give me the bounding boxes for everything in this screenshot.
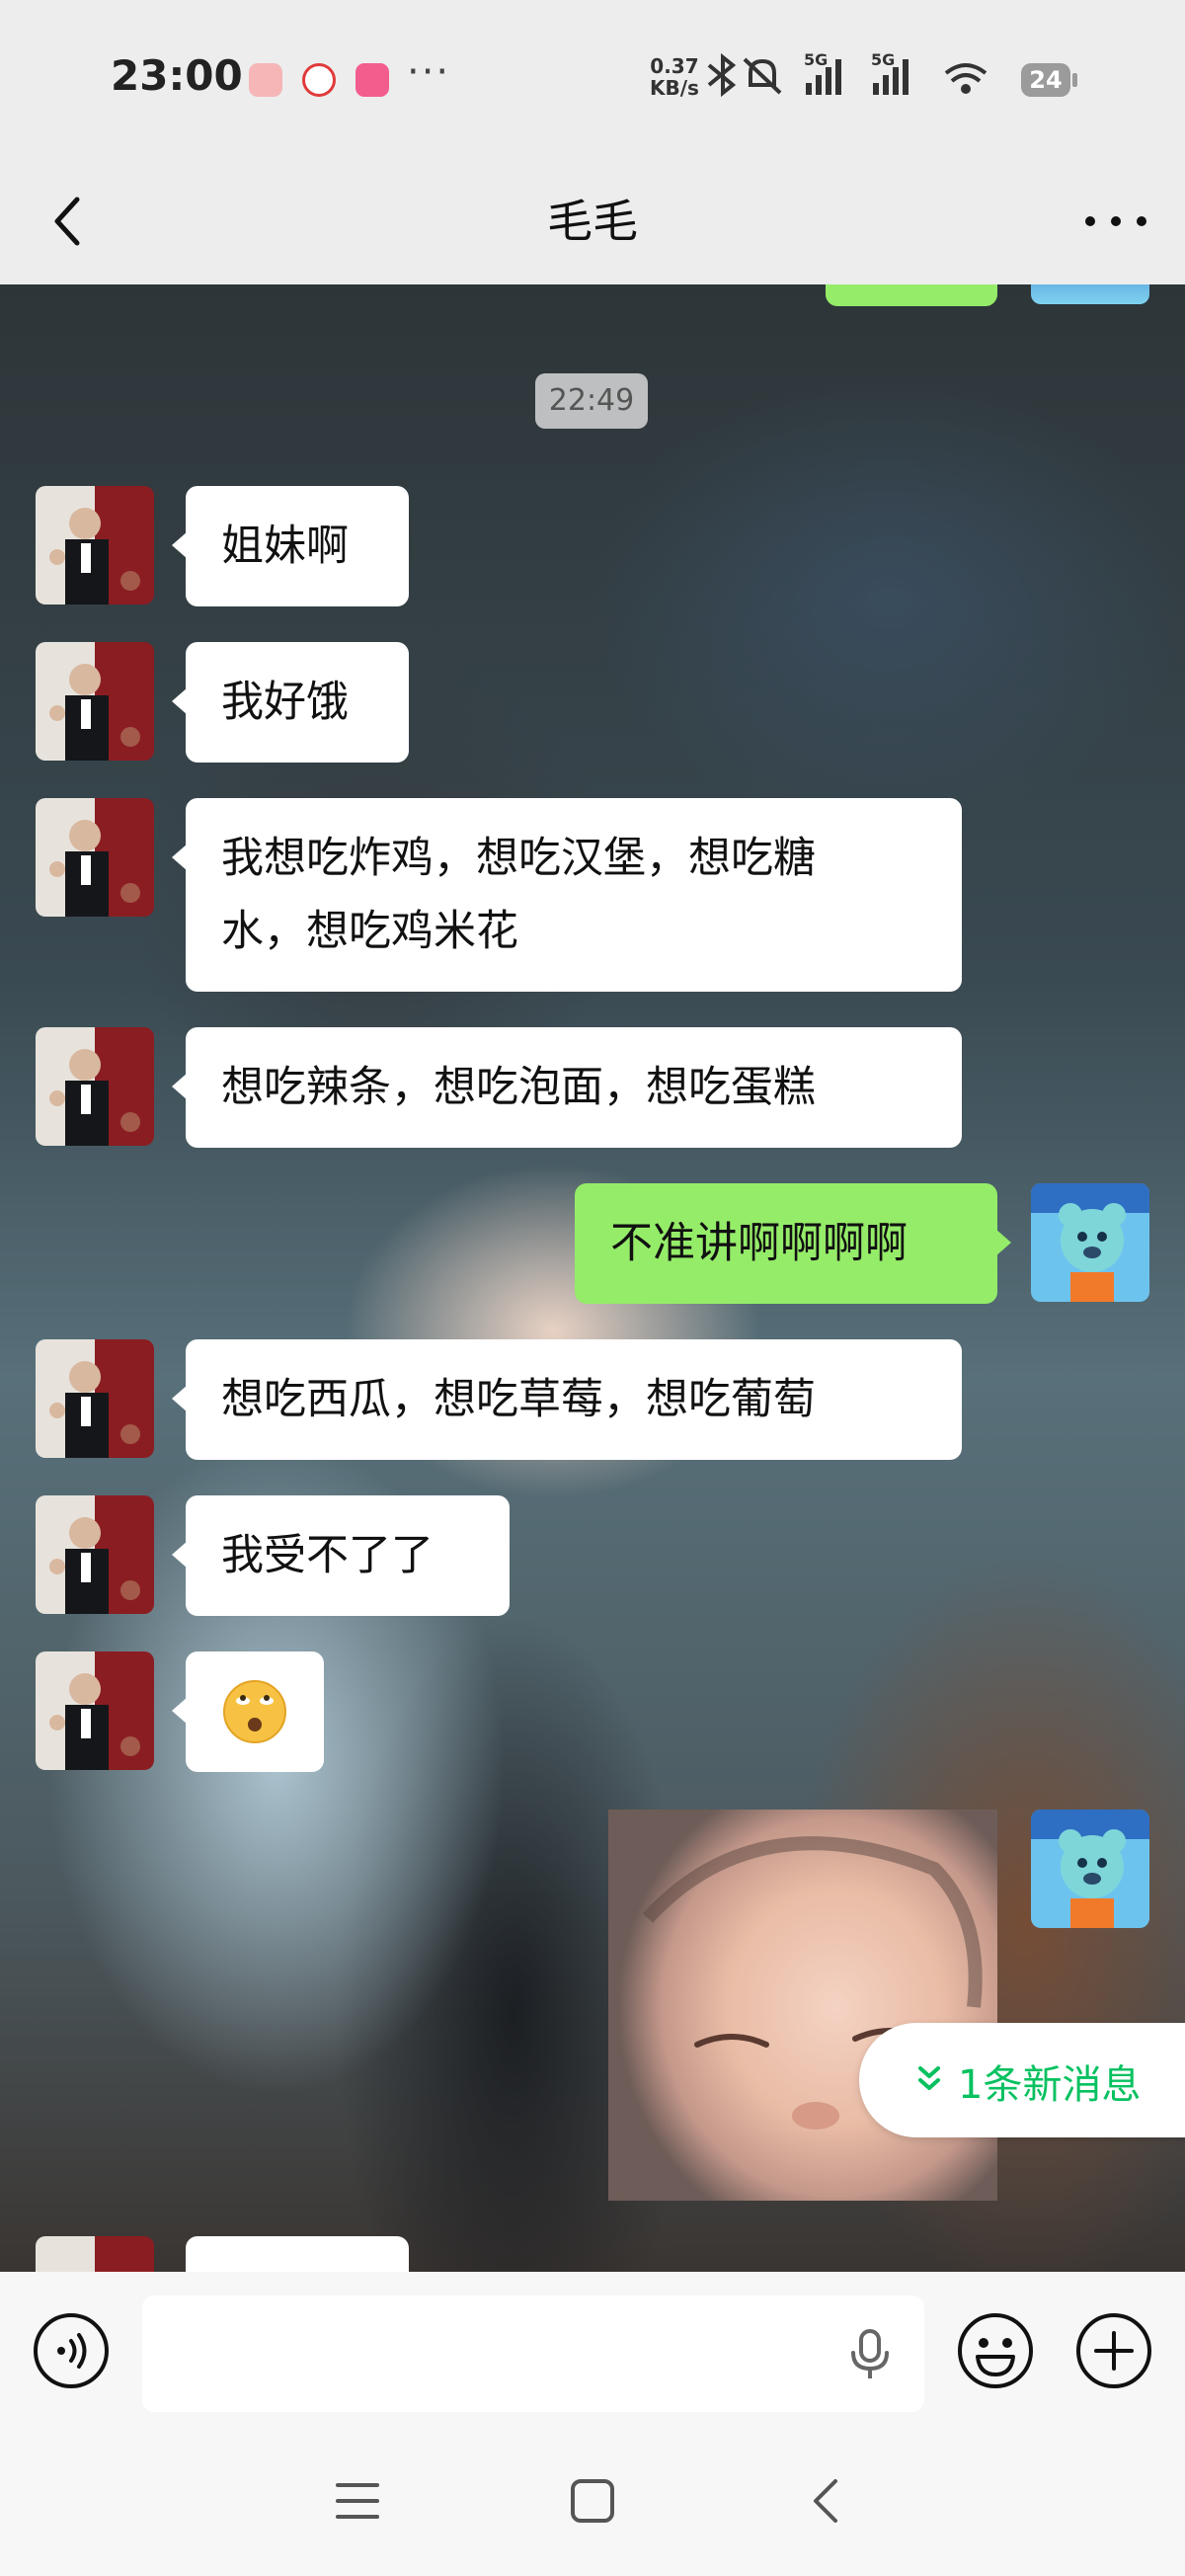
contact-avatar[interactable] xyxy=(36,1339,154,1458)
contact-avatar[interactable] xyxy=(36,642,154,761)
message-timestamp: 22:49 xyxy=(535,373,648,429)
message-bubble[interactable]: 姐妹啊 xyxy=(172,486,409,606)
bilibili-icon xyxy=(356,63,389,97)
self-avatar[interactable] xyxy=(1031,1810,1149,1928)
new-message-text: 1条新消息 xyxy=(958,2062,1142,2108)
previous-message-bubble[interactable] xyxy=(826,284,997,306)
status-bar: 23:00 ··· 0.37 KB/s 5G 5G 24 xyxy=(0,0,1185,158)
message-bubble[interactable]: 想吃辣条，想吃泡面，想吃蛋糕 xyxy=(172,1027,962,1148)
contact-avatar[interactable] xyxy=(36,1495,154,1614)
message-bubble[interactable] xyxy=(186,2236,409,2272)
chat-title: 毛毛 xyxy=(547,195,638,248)
contact-avatar[interactable] xyxy=(36,2236,154,2272)
home-nav-button[interactable] xyxy=(553,2461,632,2540)
mute-bell-icon xyxy=(743,57,782,95)
contact-avatar-image xyxy=(36,1027,154,1146)
status-time: 23:00 xyxy=(111,51,243,100)
contact-avatar-image xyxy=(36,1339,154,1458)
image-message[interactable] xyxy=(608,1810,997,2201)
network-speed: 0.37 KB/s xyxy=(650,54,699,100)
self-avatar[interactable] xyxy=(1031,284,1149,304)
contact-avatar[interactable] xyxy=(36,798,154,917)
contact-avatar[interactable] xyxy=(36,1651,154,1770)
chat-area[interactable]: 22:49 姐妹啊 我好饿 我想吃炸鸡，想吃汉堡，想吃糖 水，想吃鸡米花 想吃辣… xyxy=(0,284,1185,2272)
battery-tip xyxy=(1072,73,1077,87)
battery-indicator: 24 xyxy=(1021,63,1070,97)
contact-avatar-image xyxy=(36,1651,154,1770)
self-avatar-image xyxy=(1031,1810,1149,1928)
contact-avatar-image xyxy=(36,1495,154,1614)
contact-avatar-image xyxy=(36,486,154,604)
more-notifications-indicator: ··· xyxy=(407,49,451,95)
self-message-bubble[interactable]: 不准讲啊啊啊啊 xyxy=(575,1183,1011,1304)
chat-header: 毛毛 xyxy=(0,158,1185,284)
emoji-face-icon xyxy=(223,1680,286,1743)
new-message-button[interactable]: 1条新消息 xyxy=(859,2023,1185,2137)
emoji-message-bubble[interactable] xyxy=(172,1651,324,1772)
app-red-icon xyxy=(302,63,336,97)
message-input[interactable] xyxy=(142,2295,924,2412)
add-attachment-button[interactable] xyxy=(1074,2311,1153,2390)
baby-photo xyxy=(642,1836,983,2130)
contact-avatar-image xyxy=(36,642,154,761)
input-bar xyxy=(0,2272,1185,2420)
self-avatar-image xyxy=(1031,1183,1149,1302)
voice-mode-button[interactable] xyxy=(32,2311,111,2390)
contact-avatar[interactable] xyxy=(36,486,154,604)
system-navigation-bar xyxy=(0,2420,1185,2576)
contact-avatar-image xyxy=(36,798,154,917)
emoji-button[interactable] xyxy=(956,2311,1035,2390)
menu-nav-button[interactable] xyxy=(318,2461,397,2540)
message-bubble[interactable]: 想吃西瓜，想吃草莓，想吃葡萄 xyxy=(172,1339,962,1460)
message-bubble[interactable]: 我想吃炸鸡，想吃汉堡，想吃糖 水，想吃鸡米花 xyxy=(172,798,962,992)
back-nav-button[interactable] xyxy=(788,2461,867,2540)
status-icons: 5G 5G xyxy=(707,51,988,98)
message-bubble[interactable]: 我好饿 xyxy=(172,642,409,763)
bluetooth-icon xyxy=(707,52,737,98)
more-options-button[interactable] xyxy=(1076,182,1155,261)
contact-avatar[interactable] xyxy=(36,1027,154,1146)
self-avatar[interactable] xyxy=(1031,1183,1149,1302)
microphone-icon[interactable] xyxy=(845,2327,895,2380)
weibo-icon xyxy=(249,63,282,97)
signal-label-1: 5G xyxy=(804,51,828,69)
message-bubble[interactable]: 我受不了了 xyxy=(172,1495,510,1616)
signal-label-2: 5G xyxy=(871,51,895,69)
wifi-icon xyxy=(944,63,988,94)
double-chevron-down-icon xyxy=(918,2066,940,2090)
